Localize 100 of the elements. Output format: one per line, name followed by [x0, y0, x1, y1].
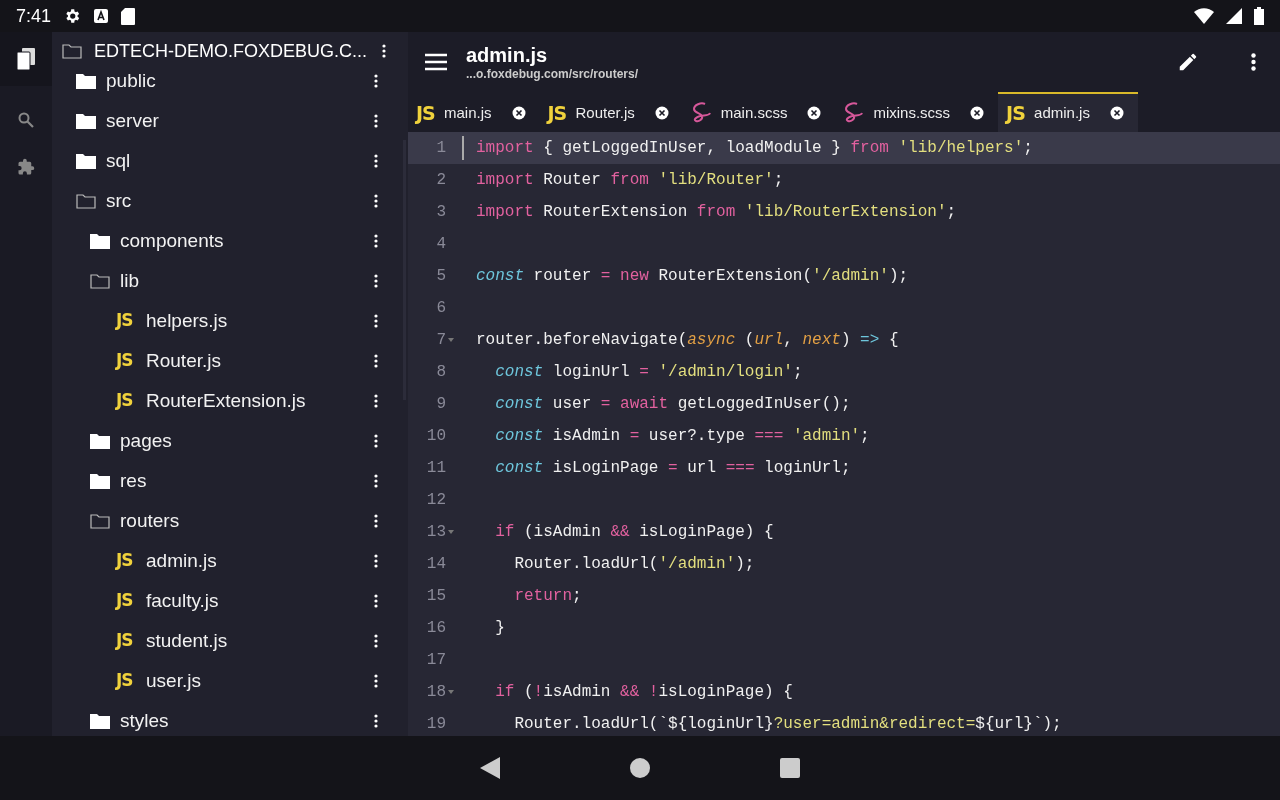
line-number: 17: [426, 650, 446, 671]
folder-item[interactable]: sql: [52, 141, 400, 181]
more-icon: [374, 314, 378, 328]
menu-icon[interactable]: [424, 53, 448, 71]
more-icon[interactable]: [382, 44, 386, 58]
line-number: 6: [436, 298, 446, 319]
close-icon[interactable]: [970, 106, 985, 120]
code-line: router.beforeNavigate(async (url, next) => {: [475, 330, 899, 351]
more-icon: [374, 74, 378, 88]
folder-item[interactable]: routers: [52, 501, 400, 541]
close-icon[interactable]: [654, 106, 669, 120]
font-icon: [93, 8, 110, 24]
more-icon: [374, 354, 378, 368]
file-item[interactable]: JS user.js: [52, 661, 400, 701]
line-number: 8: [436, 362, 446, 383]
editor-tab[interactable]: JS main.js: [408, 92, 540, 132]
more-icon: [374, 714, 378, 728]
search-icon[interactable]: [18, 112, 34, 128]
js-file-icon: JS: [116, 628, 138, 654]
line-number: 5: [436, 266, 446, 287]
battery-icon: [1254, 7, 1264, 25]
editor-tab[interactable]: main.scss: [682, 92, 836, 132]
fold-arrow-icon[interactable]: [448, 338, 454, 342]
close-icon[interactable]: [511, 106, 526, 120]
js-file-icon: JS: [116, 308, 138, 334]
code-line: }: [494, 618, 505, 639]
folder-item[interactable]: res: [52, 461, 400, 501]
folder-item[interactable]: public: [52, 61, 400, 101]
code-line: const isLoginPage = url === loginUrl;: [494, 458, 851, 479]
file-item[interactable]: JS RouterExtension.js: [52, 381, 400, 421]
file-item[interactable]: JS admin.js: [52, 541, 400, 581]
fold-arrow-icon[interactable]: [448, 530, 454, 534]
puzzle-icon[interactable]: [17, 158, 35, 176]
signal-icon: [1226, 8, 1242, 24]
editor-tab[interactable]: mixins.scss: [835, 92, 999, 132]
line-number: 2: [436, 170, 446, 191]
sd-card-icon: [121, 7, 136, 25]
more-icon: [374, 234, 378, 248]
file-item[interactable]: JS faculty.js: [52, 581, 400, 621]
js-file-icon: JS: [116, 588, 138, 614]
line-number: 7: [436, 330, 446, 351]
folder-outline-icon: [62, 43, 82, 59]
editor-tab[interactable]: JS admin.js: [998, 92, 1138, 132]
back-icon[interactable]: [480, 757, 500, 779]
code-editor[interactable]: [408, 132, 1280, 736]
more-icon: [374, 594, 378, 608]
folder-item[interactable]: lib: [52, 261, 400, 301]
code-line: if (isAdmin && isLoginPage) {: [494, 522, 774, 543]
line-number: 18: [426, 682, 446, 703]
status-time: 7:41: [16, 4, 52, 28]
more-icon: [374, 634, 378, 648]
home-icon[interactable]: [630, 758, 650, 778]
file-item[interactable]: JS student.js: [52, 621, 400, 661]
more-icon: [374, 514, 378, 528]
line-number: 15: [426, 586, 446, 607]
line-number: 10: [426, 426, 446, 447]
js-file-icon: JS: [116, 348, 138, 374]
more-icon: [374, 194, 378, 208]
project-title: EDTECH-DEMO.FOXDEBUG.C...: [94, 39, 368, 63]
code-line: import { getLoggedInUser, loadModule } from 'lib/helpers';: [462, 136, 1033, 160]
close-icon[interactable]: [807, 106, 822, 120]
file-path: ...o.foxdebug.com/src/routers/: [466, 67, 640, 81]
code-line: if (!isAdmin && !isLoginPage) {: [494, 682, 793, 703]
more-icon: [374, 474, 378, 488]
more-icon: [374, 274, 378, 288]
line-number: 12: [426, 490, 446, 511]
files-icon[interactable]: [17, 48, 35, 70]
line-number: 4: [436, 234, 446, 255]
js-file-icon: JS: [547, 98, 570, 128]
code-line: const user = await getLoggedInUser();: [494, 394, 851, 415]
file-item[interactable]: JS helpers.js: [52, 301, 400, 341]
line-number: 9: [436, 394, 446, 415]
code-line: const router = new RouterExtension('/admin');: [475, 266, 909, 287]
editor-tab[interactable]: JS Router.js: [539, 92, 683, 132]
line-number: 1: [436, 138, 446, 159]
code-line: import RouterExtension from 'lib/RouterExtension';: [475, 202, 957, 223]
line-number: 13: [426, 522, 446, 543]
js-file-icon: JS: [116, 388, 138, 414]
folder-item[interactable]: pages: [52, 421, 400, 461]
code-line: import Router from 'lib/Router';: [475, 170, 784, 191]
close-icon[interactable]: [1109, 106, 1124, 120]
fold-arrow-icon[interactable]: [448, 690, 454, 694]
folder-item[interactable]: styles: [52, 701, 400, 736]
code-line: Router.loadUrl(`${loginUrl}?user=admin&redirect=${url}`);: [513, 714, 1062, 735]
more-icon: [374, 114, 378, 128]
line-number: 14: [426, 554, 446, 575]
line-number: 3: [436, 202, 446, 223]
folder-item[interactable]: src: [52, 181, 400, 221]
folder-item[interactable]: components: [52, 221, 400, 261]
more-icon[interactable]: [1251, 53, 1256, 71]
folder-item[interactable]: server: [52, 101, 400, 141]
js-file-icon: JS: [1006, 98, 1029, 128]
more-icon: [374, 154, 378, 168]
code-line: Router.loadUrl('/admin');: [513, 554, 755, 575]
line-number: 19: [426, 714, 446, 735]
file-item[interactable]: JS Router.js: [52, 341, 400, 381]
pencil-icon[interactable]: [1177, 51, 1199, 73]
line-number: 11: [426, 458, 446, 479]
js-file-icon: JS: [416, 98, 438, 128]
wifi-icon: [1194, 8, 1214, 24]
